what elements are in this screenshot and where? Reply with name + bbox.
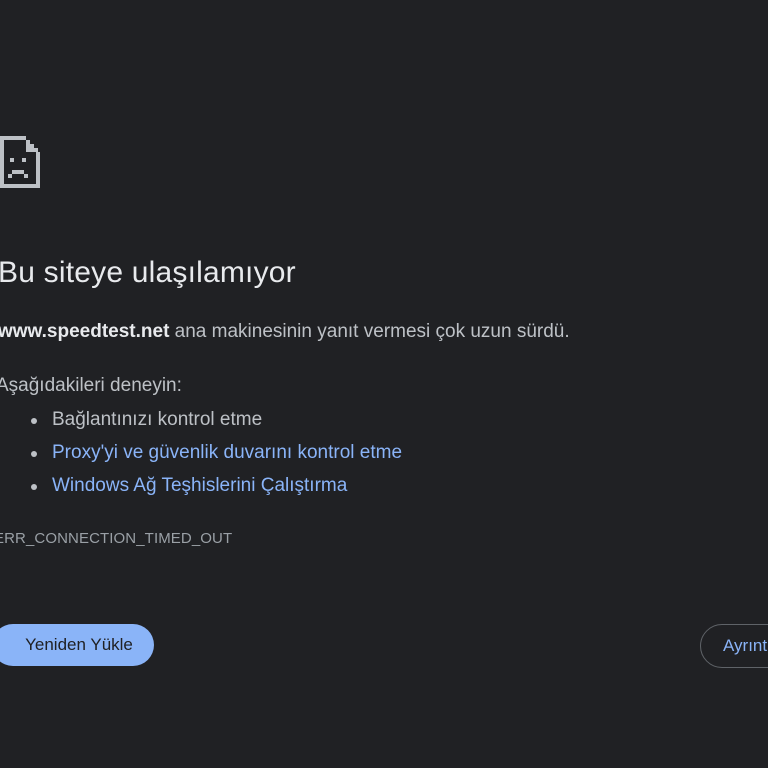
details-button[interactable]: Ayrıntılar <box>700 624 768 668</box>
error-code: ERR_CONNECTION_TIMED_OUT <box>0 530 233 547</box>
sad-page-icon <box>0 136 40 188</box>
reload-button[interactable]: Yeniden Yükle <box>0 624 154 666</box>
bullet-icon <box>31 484 37 490</box>
summary-text: ana makinesinin yanıt vermesi çok uzun s… <box>169 321 570 342</box>
error-page: Bu siteye ulaşılamıyor www.speedtest.net… <box>0 0 768 768</box>
suggestion-check-connection: Bağlantınızı kontrol etme <box>28 406 402 439</box>
suggestions-heading: Aşağıdakileri deneyin: <box>0 375 182 396</box>
network-diagnostics-link[interactable]: Windows Ağ Teşhislerini Çalıştırma <box>52 475 347 496</box>
page-title: Bu siteye ulaşılamıyor <box>0 256 296 289</box>
suggestion-network-diagnostics[interactable]: Windows Ağ Teşhislerini Çalıştırma <box>28 472 402 505</box>
suggestion-label: Bağlantınızı kontrol etme <box>52 409 263 430</box>
suggestion-check-proxy-firewall[interactable]: Proxy'yi ve güvenlik duvarını kontrol et… <box>28 439 402 472</box>
bullet-icon <box>31 451 37 457</box>
suggestions-list: Bağlantınızı kontrol etme Proxy'yi ve gü… <box>28 406 402 505</box>
bullet-icon <box>31 418 37 424</box>
host-name: www.speedtest.net <box>0 321 170 342</box>
error-summary: www.speedtest.net ana makinesinin yanıt … <box>0 321 570 343</box>
proxy-firewall-link[interactable]: Proxy'yi ve güvenlik duvarını kontrol et… <box>52 442 402 463</box>
